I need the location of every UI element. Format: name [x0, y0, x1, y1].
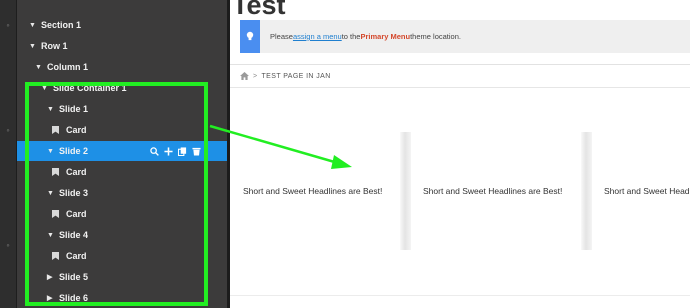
tree-item-slide-container-1[interactable]: ▼ Slide Container 1	[17, 78, 227, 98]
tree-item-label: Slide 3	[59, 188, 89, 198]
tree-item-label: Section 1	[41, 20, 82, 30]
tree-item-label: Column 1	[47, 62, 89, 72]
structure-panel: ▼ Section 1 ▼ Row 1 ▼ Column 1 ▼ Slide C…	[17, 0, 227, 308]
primary-menu-label: Primary Menu	[360, 32, 411, 41]
tree-item-label: Card	[66, 167, 87, 177]
trash-icon[interactable]	[192, 147, 201, 156]
tree-item-card[interactable]: Card	[17, 120, 227, 140]
slide-headline: Short and Sweet Headlines are Best!	[604, 186, 690, 196]
caret-down-icon[interactable]: ▼	[47, 148, 55, 155]
tree-item-label: Row 1	[41, 41, 68, 51]
menu-notice: Please assign a menu to the Primary Menu…	[240, 20, 690, 53]
caret-down-icon[interactable]: ▼	[29, 43, 37, 50]
slide-headline: Short and Sweet Headlines are Best!	[243, 186, 383, 196]
toolbar-icon[interactable]: ◦	[3, 240, 13, 250]
divider	[230, 295, 690, 296]
caret-down-icon[interactable]: ▼	[29, 22, 37, 29]
tree-item-label: Slide 5	[59, 272, 89, 282]
tree-item-slide-1[interactable]: ▼ Slide 1	[17, 99, 227, 119]
notice-text-start: Please	[270, 32, 293, 41]
tree-item-label: Slide 1	[59, 104, 89, 114]
plus-icon[interactable]	[164, 146, 173, 156]
lightbulb-icon	[246, 31, 254, 41]
tree-item-label: Slide 6	[59, 293, 89, 303]
tree-item-slide-3[interactable]: ▼ Slide 3	[17, 183, 227, 203]
tree-item-label: Slide Container 1	[53, 83, 127, 93]
tree-item-label: Card	[66, 125, 87, 135]
toolbar-icon[interactable]: ◦	[3, 20, 13, 30]
page-preview: Test Please assign a menu to the Primary…	[230, 0, 690, 308]
caret-right-icon[interactable]: ▶	[47, 294, 55, 302]
tree-item-label: Slide 4	[59, 230, 89, 240]
caret-down-icon[interactable]: ▼	[41, 85, 49, 92]
caret-down-icon[interactable]: ▼	[47, 232, 55, 239]
breadcrumb-separator: >	[253, 72, 258, 80]
slide-divider	[581, 132, 592, 250]
slider: Short and Sweet Headlines are Best! Shor…	[230, 89, 690, 308]
caret-down-icon[interactable]: ▼	[35, 64, 43, 71]
row-actions	[150, 146, 201, 156]
tree-item-card[interactable]: Card	[17, 204, 227, 224]
assign-menu-link[interactable]: assign a menu	[293, 32, 342, 41]
slide-headline: Short and Sweet Headlines are Best!	[423, 186, 563, 196]
breadcrumb-current: TEST PAGE IN JAN	[261, 72, 331, 80]
notice-text-middle: to the	[341, 32, 361, 41]
tree-item-card[interactable]: Card	[17, 162, 227, 182]
breadcrumb: > TEST PAGE IN JAN	[230, 64, 690, 88]
card-icon	[52, 252, 59, 260]
search-icon[interactable]	[150, 146, 159, 156]
tree-item-label: Card	[66, 209, 87, 219]
left-toolbar-rail: ◦ ◦ ◦	[0, 0, 17, 308]
page-title: Test	[232, 0, 286, 20]
notice-text-end: theme location.	[410, 32, 461, 41]
tree-item-slide-4[interactable]: ▼ Slide 4	[17, 225, 227, 245]
tree-item-slide-5[interactable]: ▶ Slide 5	[17, 267, 227, 287]
card-icon	[52, 126, 59, 134]
tree-item-label: Slide 2	[59, 146, 89, 156]
tree-item-row-1[interactable]: ▼ Row 1	[17, 36, 227, 56]
tree-item-label: Card	[66, 251, 87, 261]
card-icon	[52, 210, 59, 218]
caret-down-icon[interactable]: ▼	[47, 106, 55, 113]
tree-item-section-1[interactable]: ▼ Section 1	[17, 15, 227, 35]
home-icon[interactable]	[240, 72, 249, 80]
tree-item-slide-2[interactable]: ▼ Slide 2	[17, 141, 227, 161]
caret-right-icon[interactable]: ▶	[47, 273, 55, 281]
card-icon	[52, 168, 59, 176]
toolbar-icon[interactable]: ◦	[3, 125, 13, 135]
tree-item-column-1[interactable]: ▼ Column 1	[17, 57, 227, 77]
tree-item-card[interactable]: Card	[17, 246, 227, 266]
caret-down-icon[interactable]: ▼	[47, 190, 55, 197]
slide-divider	[400, 132, 411, 250]
tree-item-slide-6[interactable]: ▶ Slide 6	[17, 288, 227, 308]
duplicate-icon[interactable]	[178, 146, 187, 156]
